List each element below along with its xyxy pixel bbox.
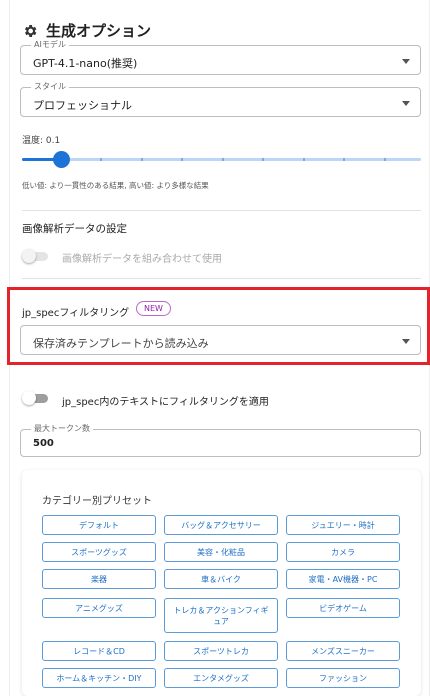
preset-button[interactable]: 美容・化粧品 [164, 542, 278, 562]
section-title-text: 生成オプション [46, 22, 152, 40]
image-analysis-toggle-label: 画像解析データを組み合わせて使用 [62, 254, 222, 265]
image-analysis-heading: 画像解析データの設定 [22, 223, 127, 235]
chevron-down-icon [402, 59, 410, 64]
preset-button[interactable]: レコード＆CD [42, 641, 156, 661]
section-title: 生成オプション [22, 20, 151, 41]
preset-button[interactable]: メンズスニーカー [286, 641, 400, 661]
toggle-thumb [22, 391, 36, 405]
divider [22, 210, 421, 211]
slider-tick [100, 158, 102, 161]
chevron-down-icon [402, 101, 410, 106]
toggle-thumb [22, 249, 36, 263]
template-select[interactable]: 保存済みテンプレートから読み込み [20, 325, 421, 355]
preset-button[interactable]: エンタメグッズ [164, 668, 278, 688]
temperature-label: 温度: 0.1 [22, 136, 61, 146]
preset-button[interactable]: カメラ [286, 542, 400, 562]
preset-button[interactable]: ビデオゲーム [286, 598, 400, 618]
slider-tick [141, 158, 143, 161]
preset-button[interactable]: バッグ＆アクセサリー [164, 515, 278, 535]
divider [22, 278, 421, 279]
model-select-legend: AIモデル [31, 39, 69, 51]
model-select-value: GPT-4.1-nano(推奨) [33, 57, 138, 70]
temperature-hint: 低い値: より一貫性のある結果, 高い値: より多様な結果 [22, 181, 209, 190]
slider-tick [343, 158, 345, 161]
preset-button[interactable]: 楽器 [42, 569, 156, 589]
preset-button[interactable]: 車＆バイク [164, 569, 278, 589]
max-tokens-field[interactable]: 最大トークン数 500 [20, 423, 421, 457]
preset-button[interactable]: ホーム＆キッチン・DIY [42, 668, 156, 688]
jp-spec-filter-toggle[interactable] [22, 391, 52, 407]
model-select[interactable]: AIモデル GPT-4.1-nano(推奨) [20, 39, 421, 75]
preset-button[interactable]: アニメグッズ [42, 598, 156, 618]
gear-icon [25, 24, 37, 37]
template-select-placeholder: 保存済みテンプレートから読み込み [33, 337, 209, 350]
slider-tick [384, 158, 386, 161]
slider-tick [181, 158, 183, 161]
preset-button[interactable]: スポーツグッズ [42, 542, 156, 562]
slider-tick [303, 158, 305, 161]
slider-tick [222, 158, 224, 161]
max-tokens-value: 500 [33, 438, 54, 449]
style-select-value: プロフェッショナル [33, 99, 132, 112]
temperature-slider-thumb[interactable] [53, 151, 70, 168]
preset-button[interactable]: スポーツトレカ [164, 641, 278, 661]
new-badge: NEW [136, 301, 171, 316]
slider-tick [262, 158, 264, 161]
style-select[interactable]: スタイル プロフェッショナル [20, 81, 421, 117]
chevron-down-icon [402, 339, 410, 344]
max-tokens-legend: 最大トークン数 [31, 423, 93, 435]
preset-heading: カテゴリー別プリセット [42, 496, 152, 507]
preset-button[interactable]: 家電・AV機器・PC [286, 569, 400, 589]
style-select-legend: スタイル [31, 81, 69, 93]
preset-button[interactable]: ファッション [286, 668, 400, 688]
jp-spec-heading: jp_specフィルタリング [22, 308, 130, 319]
image-analysis-toggle[interactable] [22, 249, 52, 265]
jp-spec-filter-toggle-label: jp_spec内のテキストにフィルタリングを適用 [62, 397, 269, 408]
preset-button[interactable]: ジュエリー・時計 [286, 515, 400, 535]
preset-button[interactable]: デフォルト [42, 515, 156, 535]
preset-button[interactable]: トレカ＆アクションフィギュア [164, 598, 278, 633]
